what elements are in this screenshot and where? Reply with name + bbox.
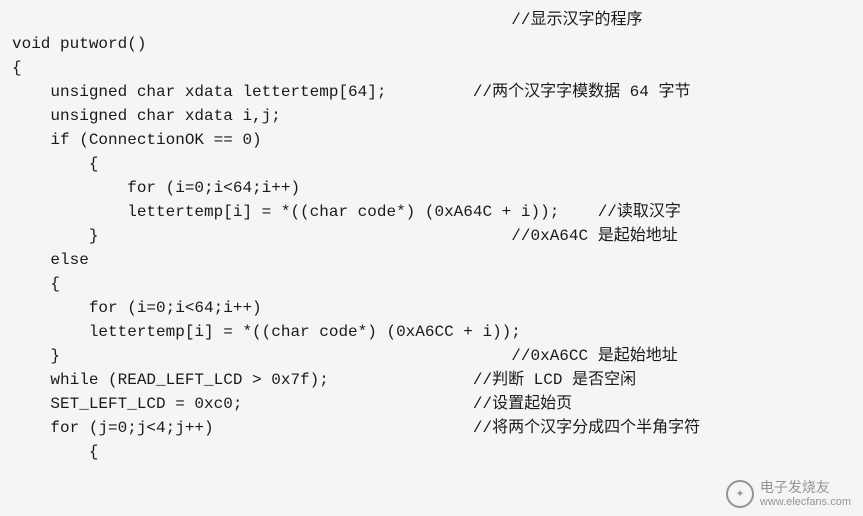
code-line: //显示汉字的程序 xyxy=(12,8,851,32)
code-block: //显示汉字的程序void putword(){ unsigned char x… xyxy=(12,8,851,464)
watermark-glyph: ✦ xyxy=(736,484,744,505)
watermark: ✦ 电子发烧友 www.elecfans.com xyxy=(726,480,851,508)
code-line: lettertemp[i] = *((char code*) (0xA6CC +… xyxy=(12,320,851,344)
watermark-brand-cn: 电子发烧友 xyxy=(760,480,851,495)
code-line: } //0xA6CC 是起始地址 xyxy=(12,344,851,368)
code-line: while (READ_LEFT_LCD > 0x7f); //判断 LCD 是… xyxy=(12,368,851,392)
code-line: for (i=0;i<64;i++) xyxy=(12,296,851,320)
watermark-icon: ✦ xyxy=(726,480,754,508)
code-line: else xyxy=(12,248,851,272)
watermark-text: 电子发烧友 www.elecfans.com xyxy=(760,480,851,507)
code-line: for (j=0;j<4;j++) //将两个汉字分成四个半角字符 xyxy=(12,416,851,440)
code-line: unsigned char xdata i,j; xyxy=(12,104,851,128)
code-line: { xyxy=(12,440,851,464)
code-line: SET_LEFT_LCD = 0xc0; //设置起始页 xyxy=(12,392,851,416)
code-line: { xyxy=(12,152,851,176)
code-line: if (ConnectionOK == 0) xyxy=(12,128,851,152)
code-line: unsigned char xdata lettertemp[64]; //两个… xyxy=(12,80,851,104)
code-line: void putword() xyxy=(12,32,851,56)
code-line: for (i=0;i<64;i++) xyxy=(12,176,851,200)
code-line: { xyxy=(12,56,851,80)
code-line: lettertemp[i] = *((char code*) (0xA64C +… xyxy=(12,200,851,224)
watermark-brand-url: www.elecfans.com xyxy=(760,496,851,508)
code-line: { xyxy=(12,272,851,296)
code-line: } //0xA64C 是起始地址 xyxy=(12,224,851,248)
